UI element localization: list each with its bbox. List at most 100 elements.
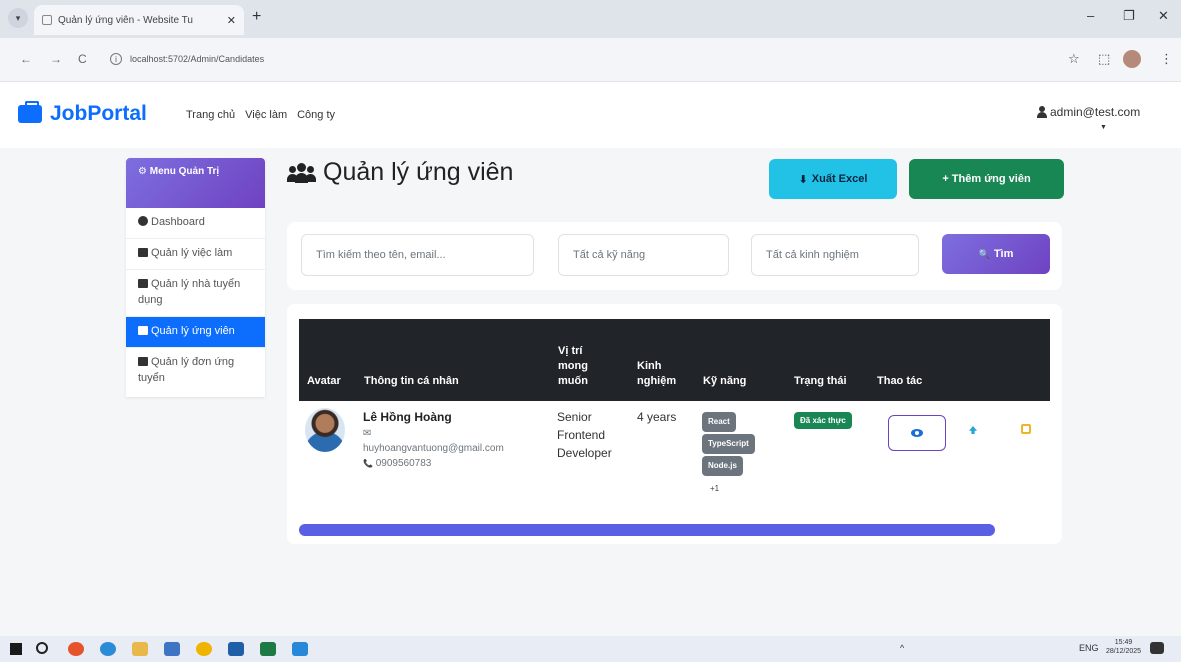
- sidebar-header-label: Menu Quản Trị: [149, 166, 220, 177]
- skill-badge: Node.js: [702, 456, 743, 476]
- table-header: Avatar Thông tin cá nhân Vị trí mong muố…: [299, 319, 1050, 401]
- tab-close-icon[interactable]: ✕: [227, 14, 236, 27]
- chrome-icon[interactable]: [196, 642, 212, 656]
- admin-sidebar: ⚙ Menu Quản Trị Dashboard Quản lý việc l…: [126, 158, 265, 397]
- th-skills: Kỹ năng: [703, 375, 747, 388]
- page-content: ⚙ Menu Quản Trị Dashboard Quản lý việc l…: [0, 148, 1181, 636]
- site-info-icon[interactable]: i: [110, 53, 122, 65]
- folder-icon[interactable]: [132, 642, 148, 656]
- main-nav: Trang chủ Việc làm Công ty: [186, 109, 335, 121]
- word-icon[interactable]: [228, 642, 244, 656]
- search-icon[interactable]: [36, 642, 48, 654]
- briefcase-icon: [18, 101, 42, 123]
- notification-icon[interactable]: [1150, 642, 1164, 654]
- page-title: Quản lý ứng viên: [287, 158, 513, 187]
- brand-name: JobPortal: [50, 102, 147, 125]
- user-caret-icon[interactable]: ▼: [1100, 124, 1107, 131]
- dashboard-icon: [138, 216, 148, 226]
- browser-tab[interactable]: Quản lý ứng viên - Website Tu ✕: [34, 5, 244, 35]
- clock-date: 28/12/2025: [1106, 647, 1142, 655]
- back-button[interactable]: ←: [20, 52, 32, 66]
- new-tab-button[interactable]: +: [252, 8, 261, 26]
- favicon-icon: [42, 15, 52, 25]
- filter-card: Tìm kiếm theo tên, email... Tất cả kỹ nă…: [287, 222, 1062, 290]
- search-button[interactable]: 🔍 Tìm: [942, 234, 1050, 274]
- candidate-phone: 0909560783: [375, 458, 432, 469]
- sidebar-item-employers[interactable]: Quản lý nhà tuyển dụng: [126, 270, 265, 317]
- user-menu[interactable]: admin@test.com: [1037, 105, 1140, 119]
- candidate-skills: React TypeScript Node.js +1: [702, 412, 755, 496]
- forward-button[interactable]: →: [50, 52, 62, 66]
- bookmark-star-icon[interactable]: ☆: [1068, 51, 1080, 67]
- user-icon: [1037, 106, 1047, 118]
- close-window-button[interactable]: ✕: [1158, 8, 1169, 24]
- sidebar-item-applications[interactable]: Quản lý đơn ứng tuyển: [126, 348, 265, 397]
- browser-app-icon[interactable]: [68, 642, 84, 656]
- search-button-label: Tìm: [993, 248, 1014, 260]
- eye-icon: [911, 429, 923, 437]
- th-experience: Kinh nghiệm: [637, 360, 677, 388]
- maximize-button[interactable]: ❐: [1123, 8, 1135, 24]
- users-icon: [287, 162, 316, 184]
- tray-chevron-icon[interactable]: ^: [900, 643, 904, 653]
- experience-filter-select[interactable]: Tất cả kinh nghiệm: [751, 234, 919, 276]
- windows-taskbar: ^ ENG 15:49 28/12/2025: [0, 636, 1181, 662]
- url-text: localhost:5702/Admin/Candidates: [130, 54, 265, 64]
- sidebar-item-label: Quản lý đơn ứng tuyển: [138, 355, 235, 384]
- extensions-icon[interactable]: ⬚: [1098, 51, 1110, 67]
- skill-filter-select[interactable]: Tất cả kỹ năng: [558, 234, 729, 276]
- reload-button[interactable]: C: [78, 52, 87, 66]
- candidate-info: Lê Hồng Hoàng ✉ huyhoangvantuong@gmail.c…: [363, 408, 548, 471]
- view-button[interactable]: [888, 415, 946, 451]
- candidate-position: Senior Frontend Developer: [557, 410, 612, 460]
- language-indicator[interactable]: ENG: [1079, 643, 1099, 653]
- nav-link-jobs[interactable]: Việc làm: [245, 109, 287, 121]
- sidebar-item-dashboard[interactable]: Dashboard: [126, 208, 265, 239]
- email-icon: ✉: [363, 428, 372, 439]
- address-bar-row: ← → C i localhost:5702/Admin/Candidates …: [0, 38, 1181, 82]
- nav-link-home[interactable]: Trang chủ: [186, 109, 235, 121]
- browser-menu-icon[interactable]: ⋮: [1160, 51, 1173, 67]
- candidate-name: Lê Hồng Hoàng: [363, 410, 452, 424]
- search-input[interactable]: Tìm kiếm theo tên, email...: [301, 234, 534, 276]
- edge-icon[interactable]: [100, 642, 116, 656]
- user-email: admin@test.com: [1050, 105, 1141, 119]
- app-navbar: JobPortal Trang chủ Việc làm Công ty adm…: [0, 82, 1181, 148]
- users-cog-icon: ⚙: [138, 166, 147, 177]
- download-icon: ⬇: [798, 173, 808, 186]
- sidebar-item-candidates[interactable]: Quản lý ứng viên: [126, 316, 265, 348]
- candidates-table-card: Avatar Thông tin cá nhân Vị trí mong muố…: [287, 304, 1062, 544]
- add-candidate-label: + Thêm ứng viên: [942, 173, 1031, 185]
- windows-start-icon[interactable]: [10, 643, 22, 655]
- brand-logo[interactable]: JobPortal: [18, 101, 147, 126]
- search-placeholder: Tìm kiếm theo tên, email...: [316, 249, 446, 261]
- sidebar-item-label: Quản lý việc làm: [151, 246, 233, 259]
- excel-icon[interactable]: [260, 642, 276, 656]
- minimize-button[interactable]: –: [1087, 8, 1094, 23]
- status-cell: Đã xác thực: [794, 410, 852, 429]
- candidate-experience: 4 years: [637, 410, 677, 424]
- download-cv-icon[interactable]: [969, 426, 977, 434]
- briefcase-icon: [138, 247, 148, 257]
- vscode-icon[interactable]: [292, 642, 308, 656]
- clock-time: 15:49: [1114, 639, 1133, 646]
- th-position: Vị trí mong muốn: [558, 345, 588, 388]
- candidate-email: huyhoangvantuong@gmail.com: [363, 443, 504, 454]
- th-avatar: Avatar: [307, 375, 341, 388]
- add-candidate-button[interactable]: + Thêm ứng viên: [909, 159, 1064, 199]
- edit-icon[interactable]: [1021, 424, 1031, 434]
- th-status: Trạng thái: [794, 375, 847, 388]
- tab-search-icon[interactable]: ▾: [8, 8, 28, 28]
- th-actions: Thao tác: [877, 375, 923, 388]
- store-icon[interactable]: [164, 642, 180, 656]
- horizontal-scrollbar[interactable]: [299, 524, 995, 536]
- profile-avatar[interactable]: [1123, 50, 1141, 68]
- sidebar-item-label: Quản lý nhà tuyển dụng: [138, 277, 241, 306]
- system-clock[interactable]: 15:49 28/12/2025: [1106, 639, 1141, 657]
- sidebar-header: ⚙ Menu Quản Trị: [126, 158, 265, 208]
- sidebar-item-label: Quản lý ứng viên: [151, 324, 235, 337]
- nav-link-companies[interactable]: Công ty: [297, 109, 335, 121]
- export-excel-button[interactable]: ⬇ Xuất Excel: [769, 159, 897, 199]
- url-field[interactable]: i localhost:5702/Admin/Candidates: [110, 46, 1060, 72]
- sidebar-item-jobs[interactable]: Quản lý việc làm: [126, 239, 265, 270]
